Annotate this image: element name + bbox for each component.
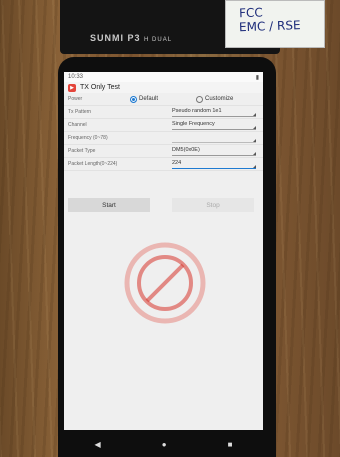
back-icon[interactable]: ◀: [95, 440, 101, 449]
phone-screen: 10:33 ▮ ▶ TX Only Test Power Default Cus…: [64, 72, 263, 430]
recents-icon[interactable]: ■: [228, 440, 233, 449]
home-icon[interactable]: ●: [162, 440, 167, 449]
brand-text: SUNMI P3: [90, 33, 141, 43]
app-bar: ▶ TX Only Test: [64, 82, 263, 93]
tx-pattern-row: Tx Pattern Pseudo random 1e1: [64, 106, 263, 119]
packet-type-row: Packet Type DM5(0x0E): [64, 145, 263, 158]
frequency-input[interactable]: [172, 134, 256, 143]
stop-button[interactable]: Stop: [172, 198, 254, 212]
sticker-line-2: EMC / RSE: [238, 18, 301, 35]
packet-type-select[interactable]: DM5(0x0E): [172, 147, 256, 156]
radio-customize-label: Customize: [205, 96, 234, 102]
channel-select[interactable]: Single Frequency: [172, 121, 256, 130]
brand-label: SUNMI P3 H DUAL: [90, 33, 172, 43]
power-label: Power: [68, 96, 83, 102]
watermark-stamp-icon: [124, 242, 206, 324]
tx-pattern-label: Tx Pattern: [68, 109, 92, 115]
packet-length-row: Packet Length(0~224) 224: [64, 158, 263, 171]
power-row: Power Default Customize: [64, 93, 263, 106]
tx-pattern-select[interactable]: Pseudo random 1e1: [172, 108, 256, 117]
radio-customize[interactable]: [196, 96, 203, 103]
status-time: 10:33: [68, 74, 84, 80]
packet-length-label: Packet Length(0~224): [68, 161, 118, 167]
radio-default[interactable]: [130, 96, 137, 103]
channel-label: Channel: [68, 122, 87, 128]
packet-length-input[interactable]: 224: [172, 160, 256, 169]
device-top: SUNMI P3 H DUAL FCC EMC / RSE: [60, 0, 325, 54]
nav-bar: ◀ ● ■: [64, 432, 263, 457]
frequency-label: Frequency (0~78): [68, 135, 108, 141]
app-title: TX Only Test: [80, 84, 120, 91]
packet-type-label: Packet Type: [68, 148, 96, 154]
app-icon: ▶: [68, 83, 76, 92]
handwritten-sticker: FCC EMC / RSE: [225, 0, 325, 48]
radio-default-label: Default: [139, 96, 159, 102]
channel-row: Channel Single Frequency: [64, 119, 263, 132]
start-button[interactable]: Start: [68, 198, 150, 212]
battery-icon: ▮: [255, 74, 259, 81]
brand-subtext: H DUAL: [144, 37, 173, 43]
frequency-row: Frequency (0~78): [64, 132, 263, 145]
status-bar: 10:33 ▮: [64, 72, 263, 82]
